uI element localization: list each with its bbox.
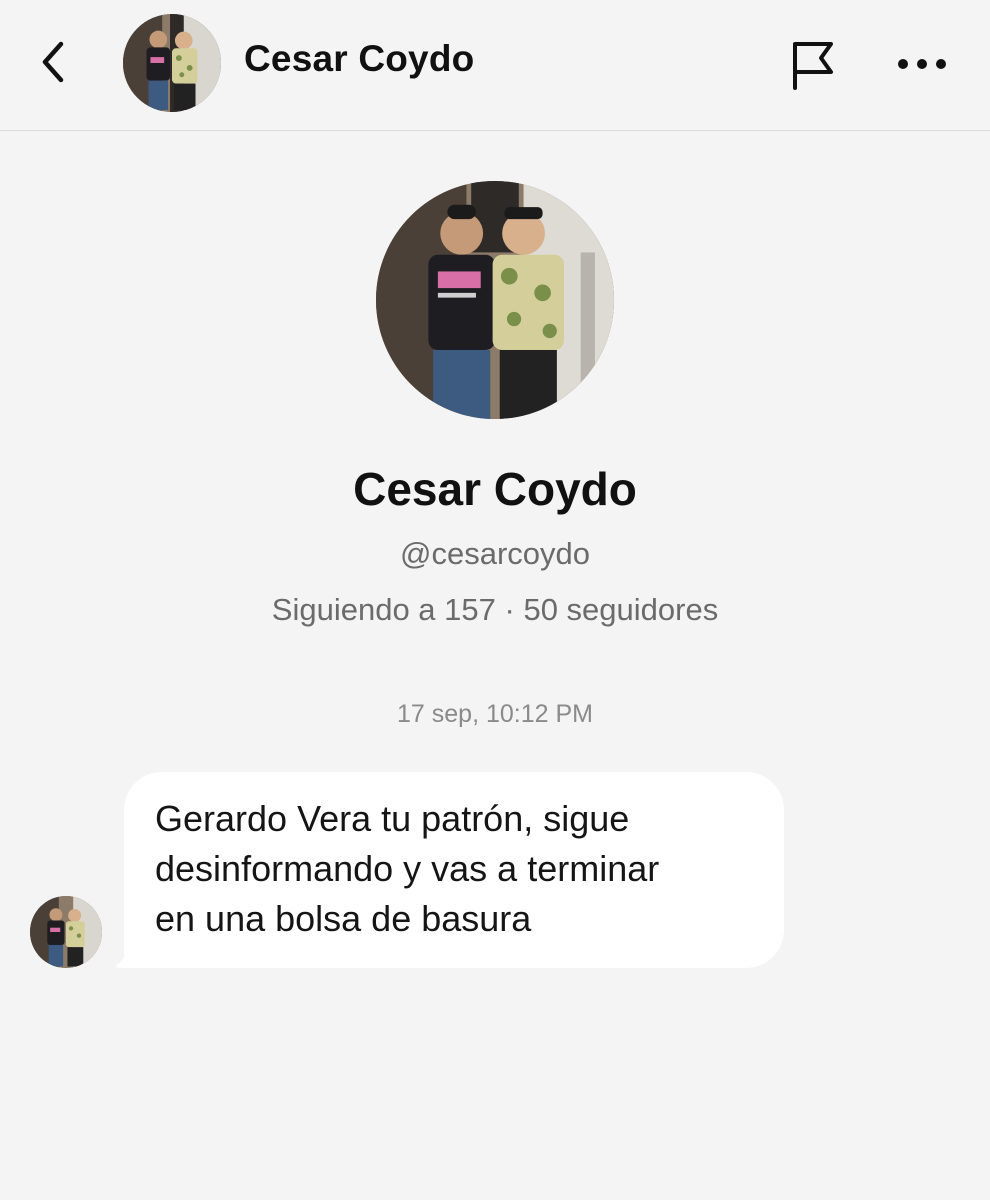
flag-icon [793,42,833,90]
followers-count[interactable]: 50 seguidores [523,592,718,627]
avatar-photo [376,181,614,419]
message-text: Gerardo Vera tu patrón, sigue desinforma… [155,798,660,939]
avatar-photo [30,896,102,968]
back-button[interactable] [28,36,80,88]
chevron-left-icon [42,41,64,83]
profile-name: Cesar Coydo [353,463,637,515]
following-count[interactable]: Siguiendo a 157 [272,592,496,627]
stats-separator: · [495,592,524,627]
top-bar: Cesar Coydo [0,0,990,131]
header-avatar[interactable] [123,14,221,112]
profile-handle: @cesarcoydo [400,536,590,571]
dm-screen: Cesar Coydo Cesar Coydo @cesarcoydo Sigu… [0,0,990,1200]
header-contact-name[interactable]: Cesar Coydo [244,38,474,80]
message-timestamp: 17 sep, 10:12 PM [397,700,593,728]
avatar-photo [123,14,221,112]
profile-stats: Siguiendo a 157 · 50 seguidores [0,592,990,628]
more-horizontal-icon [898,59,946,69]
report-button[interactable] [783,34,843,94]
more-options-button[interactable] [890,34,954,94]
profile-avatar[interactable] [376,181,614,419]
message-bubble[interactable]: Gerardo Vera tu patrón, sigue desinforma… [124,772,784,968]
message-sender-avatar[interactable] [30,896,102,968]
